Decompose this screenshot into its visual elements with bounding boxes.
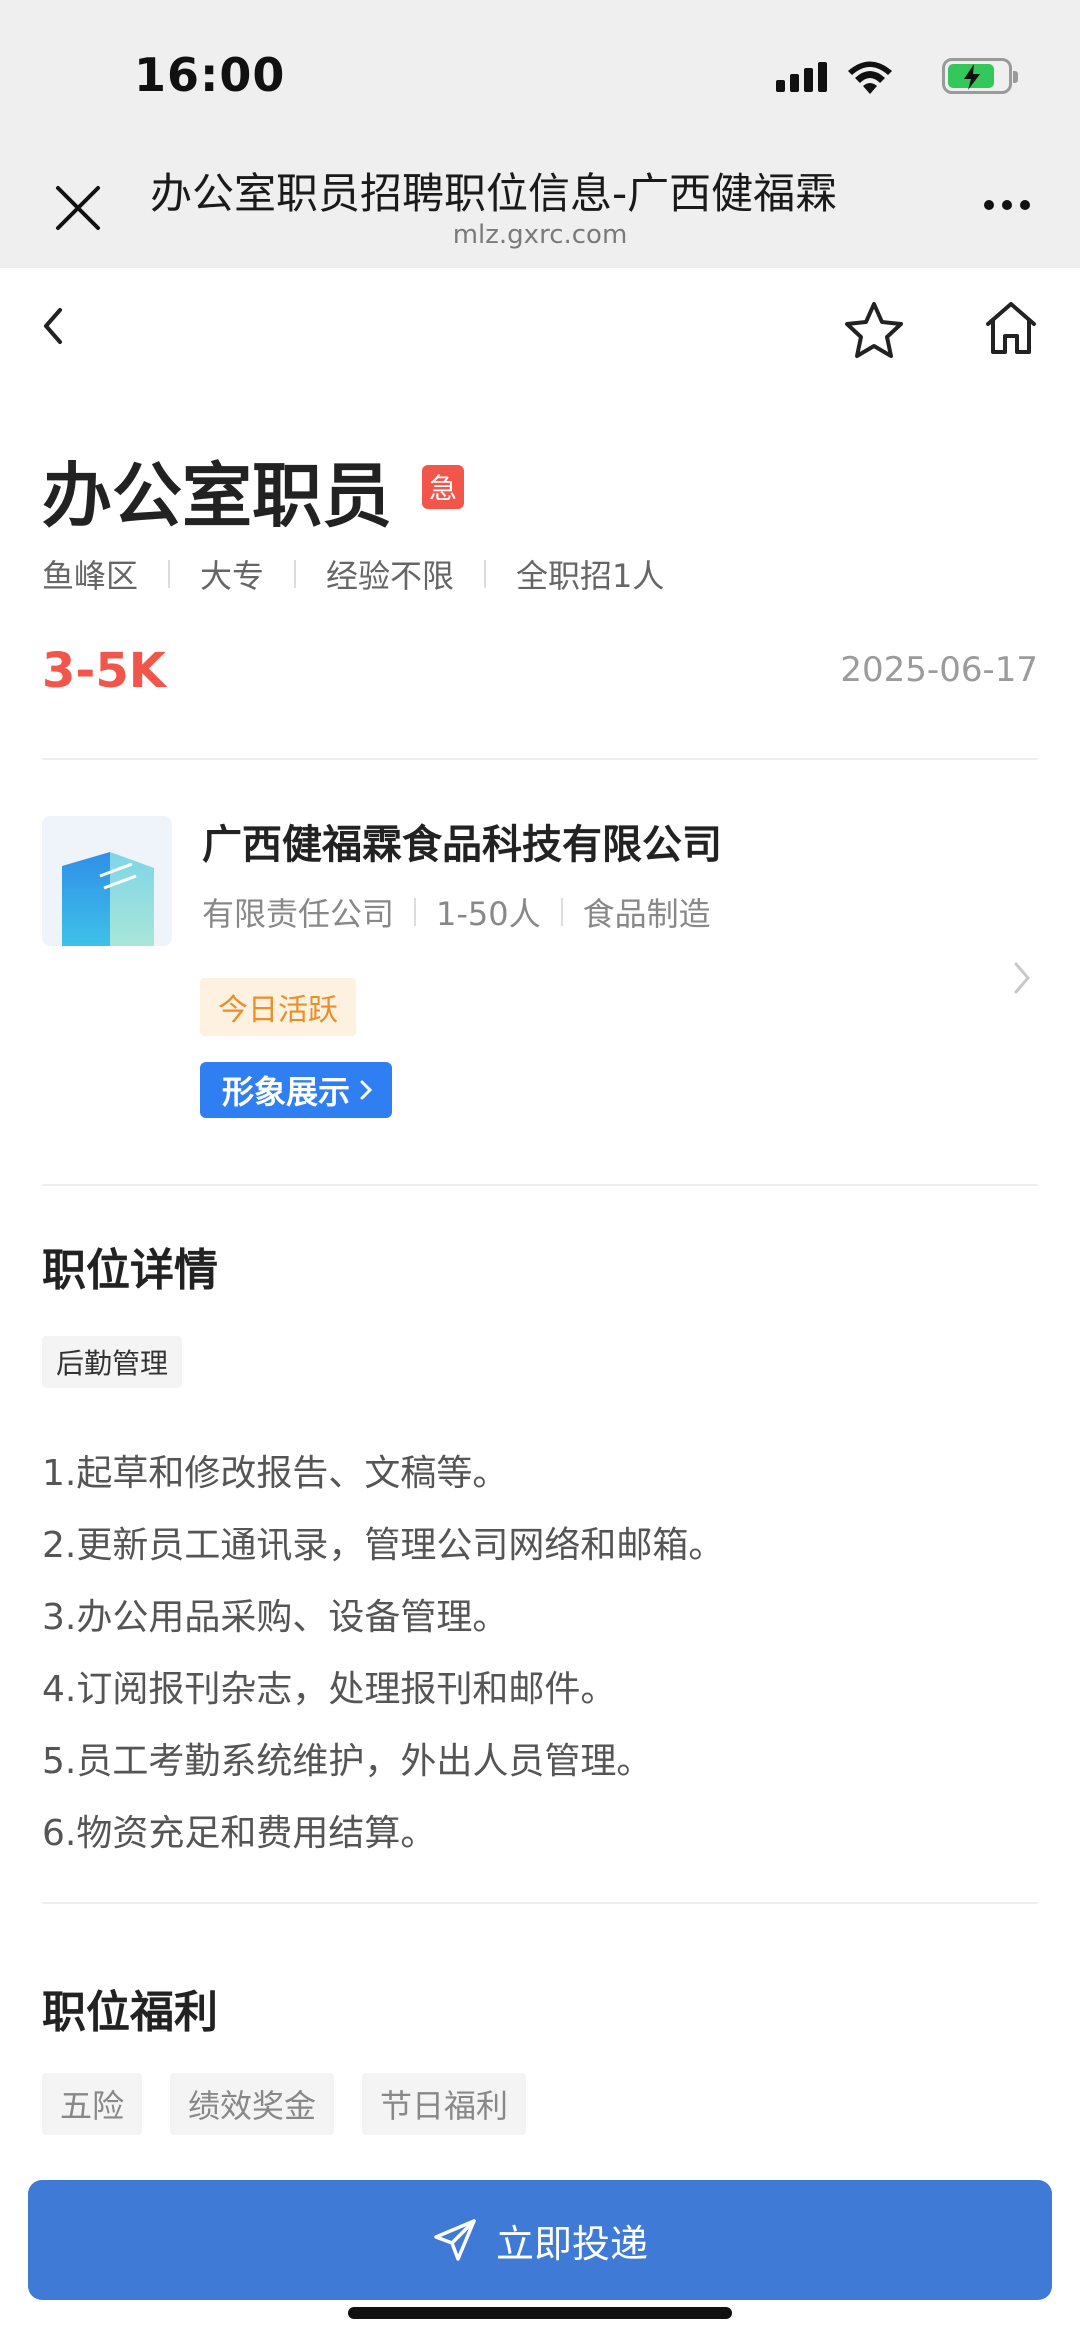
more-options-icon[interactable]	[984, 200, 1030, 210]
description-line: 5.员工考勤系统维护，外出人员管理。	[42, 1741, 653, 1782]
page-domain: mlz.gxrc.com	[452, 220, 628, 250]
job-meta: 鱼峰区 大专 经验不限 全职招1人	[42, 551, 664, 597]
chevron-right-icon[interactable]	[1010, 958, 1034, 998]
divider	[414, 898, 417, 926]
job-location: 鱼峰区	[42, 557, 139, 595]
divider	[42, 758, 1038, 760]
active-today-badge: 今日活跃	[200, 978, 356, 1036]
company-meta: 有限责任公司 1-50人 食品制造	[202, 889, 711, 935]
company-showcase-button[interactable]: 形象展示	[200, 1062, 393, 1118]
job-title: 办公室职员	[42, 455, 392, 537]
divider	[560, 898, 563, 926]
browser-chrome: 16:00 办公室职员招聘职位信息-广西健福霖 mlz.gxrc.com	[0, 0, 1080, 268]
urgent-badge: 急	[422, 465, 464, 509]
battery-icon	[942, 58, 1018, 94]
status-time: 16:00	[134, 48, 286, 102]
job-type-headcount: 全职招1人	[516, 557, 665, 595]
benefit-tags: 五险 绩效奖金 节日福利	[42, 2073, 527, 2135]
company-size: 1-50人	[436, 895, 541, 933]
description-line: 4.订阅报刊杂志，处理报刊和邮件。	[42, 1669, 617, 1710]
company-logo[interactable]	[42, 816, 172, 946]
chevron-right-icon	[360, 1080, 373, 1100]
benefit-tag: 五险	[42, 2073, 143, 2135]
salary: 3-5K	[42, 643, 166, 699]
home-indicator[interactable]	[348, 2307, 732, 2319]
page-title: 办公室职员招聘职位信息-广西健福霖	[150, 169, 838, 218]
divider	[168, 560, 171, 588]
benefits-section-title: 职位福利	[42, 1987, 218, 2038]
details-section-title: 职位详情	[42, 1245, 218, 1296]
cellular-signal-icon	[776, 62, 827, 92]
company-type: 有限责任公司	[202, 895, 395, 933]
benefit-tag: 绩效奖金	[170, 2073, 335, 2135]
benefit-tag: 节日福利	[362, 2073, 527, 2135]
apply-now-button[interactable]: 立即投递	[28, 2180, 1052, 2300]
job-experience: 经验不限	[326, 557, 455, 595]
back-icon[interactable]	[36, 302, 70, 350]
job-description: 1.起草和修改报告、文稿等。 2.更新员工通讯录，管理公司网络和邮箱。 3.办公…	[42, 1438, 1042, 1870]
description-line: 6.物资充足和费用结算。	[42, 1813, 437, 1854]
favorite-star-icon[interactable]	[842, 300, 906, 360]
divider	[42, 1902, 1038, 1904]
job-education: 大专	[200, 557, 265, 595]
divider	[42, 1184, 1038, 1186]
description-line: 1.起草和修改报告、文稿等。	[42, 1453, 509, 1494]
divider	[294, 560, 297, 588]
apply-now-label: 立即投递	[495, 2221, 648, 2266]
showcase-label: 形象展示	[222, 1073, 351, 1111]
send-icon	[434, 2219, 476, 2261]
post-date: 2025-06-17	[840, 650, 1038, 690]
company-industry: 食品制造	[582, 895, 711, 933]
wifi-icon	[848, 61, 892, 94]
job-category-tag: 后勤管理	[42, 1336, 183, 1388]
company-name[interactable]: 广西健福霖食品科技有限公司	[202, 812, 722, 870]
description-line: 3.办公用品采购、设备管理。	[42, 1597, 509, 1638]
description-line: 2.更新员工通讯录，管理公司网络和邮箱。	[42, 1525, 725, 1566]
home-icon[interactable]	[984, 300, 1038, 356]
divider	[484, 560, 487, 588]
